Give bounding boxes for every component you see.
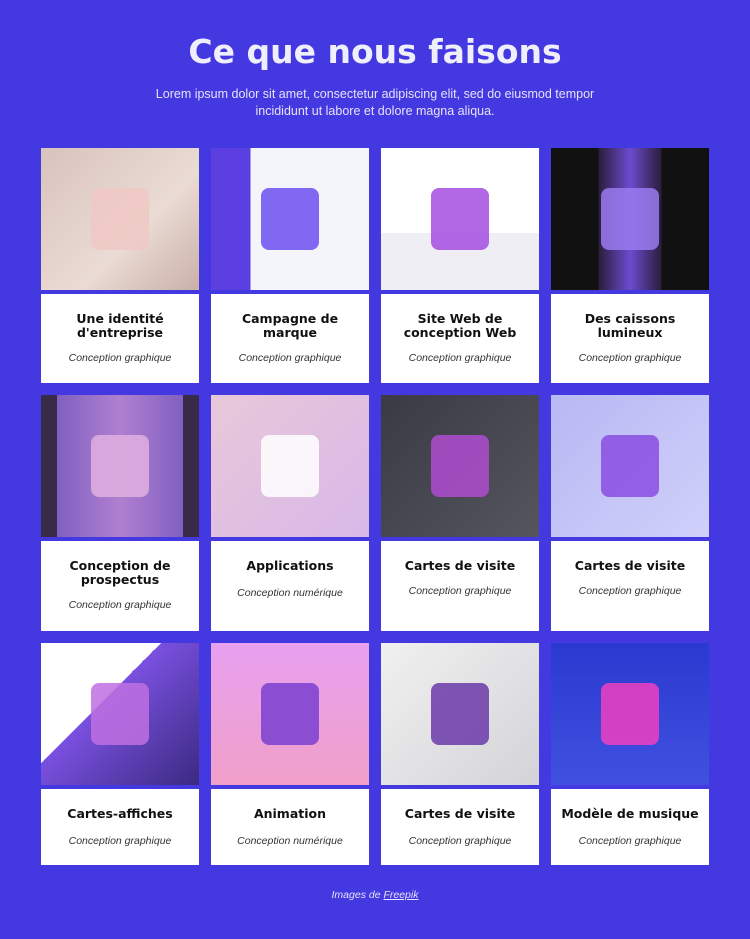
image-accent-shape (91, 435, 149, 497)
service-category: Conception graphique (578, 352, 682, 364)
service-image[interactable] (211, 643, 369, 785)
service-item[interactable]: Conception de prospectus Conception grap… (41, 395, 199, 631)
service-image[interactable] (381, 643, 539, 785)
service-category: Conception numérique (237, 587, 343, 599)
credit-prefix: Images de (331, 889, 381, 901)
service-card: Une identité d'entreprise Conception gra… (41, 294, 199, 383)
image-accent-shape (91, 188, 149, 250)
service-card: Cartes de visite Conception graphique (381, 541, 539, 631)
service-image[interactable] (211, 395, 369, 537)
service-card: Site Web de conception Web Conception gr… (381, 294, 539, 383)
service-image[interactable] (211, 148, 369, 290)
service-item[interactable]: Des caissons lumineux Conception graphiq… (551, 148, 709, 383)
service-category: Conception graphique (68, 599, 172, 611)
image-accent-shape (601, 435, 659, 497)
image-credit: Images de Freepik (0, 889, 750, 901)
image-accent-shape (431, 683, 489, 745)
service-image[interactable] (41, 395, 199, 537)
image-accent-shape (261, 683, 319, 745)
service-card: Applications Conception numérique (211, 541, 369, 631)
service-title: Cartes de visite (574, 558, 686, 573)
service-title: Conception de prospectus (69, 558, 171, 587)
service-title: Une identité d'entreprise (76, 311, 164, 340)
service-image[interactable] (41, 643, 199, 785)
image-accent-shape (261, 188, 319, 250)
image-accent-shape (431, 435, 489, 497)
services-grid: Une identité d'entreprise Conception gra… (41, 148, 709, 865)
service-title: Site Web de conception Web (403, 311, 517, 340)
image-accent-shape (601, 683, 659, 745)
service-card: Cartes de visite Conception graphique (381, 789, 539, 865)
service-title: Cartes de visite (404, 806, 516, 821)
service-title: Des caissons lumineux (584, 311, 676, 340)
service-title: Campagne de marque (241, 311, 339, 340)
service-category: Conception graphique (408, 352, 512, 364)
service-category: Conception graphique (408, 585, 512, 597)
service-category: Conception graphique (408, 835, 512, 847)
service-card: Cartes de visite Conception graphique (551, 541, 709, 631)
page-title: Ce que nous faisons (188, 32, 562, 71)
service-image[interactable] (551, 643, 709, 785)
service-category: Conception graphique (68, 352, 172, 364)
service-title: Animation (253, 806, 327, 821)
image-accent-shape (91, 683, 149, 745)
service-category: Conception graphique (578, 835, 682, 847)
service-card: Animation Conception numérique (211, 789, 369, 865)
service-item[interactable]: Cartes de visite Conception graphique (381, 643, 539, 865)
service-title: Cartes de visite (404, 558, 516, 573)
service-image[interactable] (381, 395, 539, 537)
service-category: Conception numérique (237, 835, 343, 847)
service-item[interactable]: Cartes-affiches Conception graphique (41, 643, 199, 865)
service-title: Cartes-affiches (67, 806, 173, 821)
freepik-link[interactable]: Freepik (383, 889, 418, 901)
service-image[interactable] (551, 148, 709, 290)
image-accent-shape (431, 188, 489, 250)
service-card: Campagne de marque Conception graphique (211, 294, 369, 383)
service-card: Des caissons lumineux Conception graphiq… (551, 294, 709, 383)
service-image[interactable] (551, 395, 709, 537)
service-item[interactable]: Cartes de visite Conception graphique (381, 395, 539, 631)
service-category: Conception graphique (68, 835, 172, 847)
service-image[interactable] (381, 148, 539, 290)
service-item[interactable]: Campagne de marque Conception graphique (211, 148, 369, 383)
service-item[interactable]: Cartes de visite Conception graphique (551, 395, 709, 631)
image-accent-shape (601, 188, 659, 250)
image-accent-shape (261, 435, 319, 497)
service-category: Conception graphique (238, 352, 342, 364)
service-category: Conception graphique (578, 585, 682, 597)
service-title: Modèle de musique (561, 806, 699, 821)
service-card: Cartes-affiches Conception graphique (41, 789, 199, 865)
page-subtitle: Lorem ipsum dolor sit amet, consectetur … (155, 87, 595, 118)
service-card: Modèle de musique Conception graphique (551, 789, 709, 865)
service-item[interactable]: Une identité d'entreprise Conception gra… (41, 148, 199, 383)
service-item[interactable]: Animation Conception numérique (211, 643, 369, 865)
service-card: Conception de prospectus Conception grap… (41, 541, 199, 631)
service-item[interactable]: Modèle de musique Conception graphique (551, 643, 709, 865)
service-image[interactable] (41, 148, 199, 290)
service-item[interactable]: Applications Conception numérique (211, 395, 369, 631)
service-item[interactable]: Site Web de conception Web Conception gr… (381, 148, 539, 383)
service-title: Applications (246, 558, 334, 573)
